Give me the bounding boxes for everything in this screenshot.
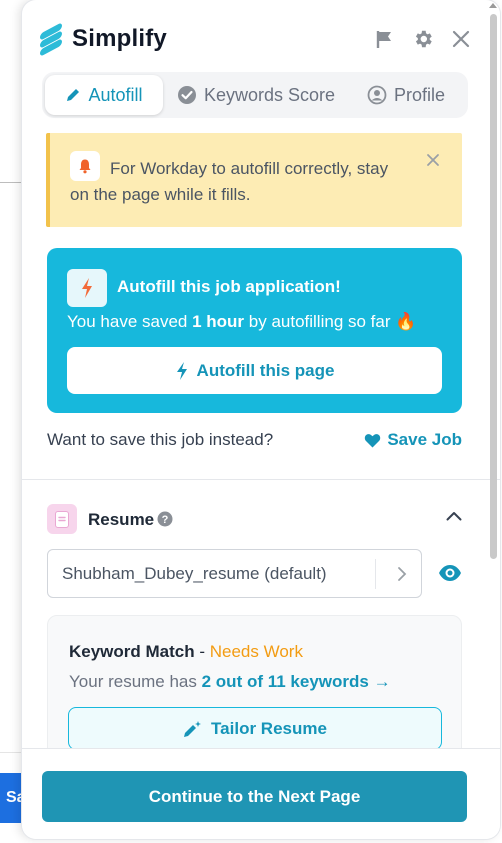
panel-scrollbar[interactable] bbox=[490, 14, 497, 559]
keyword-count-prefix: Your resume has bbox=[69, 672, 202, 691]
tab-autofill[interactable]: Autofill bbox=[45, 75, 163, 115]
resume-label: Resume bbox=[88, 510, 155, 529]
background-divider-lower bbox=[0, 752, 24, 753]
keyword-match-status: Needs Work bbox=[209, 642, 303, 661]
sparkle-pencil-icon bbox=[184, 720, 202, 737]
time-saved-text: You have saved 1 hour by autofilling so … bbox=[67, 312, 416, 332]
panel-footer: Continue to the Next Page bbox=[22, 748, 500, 839]
autofill-card: Autofill this job application! You have … bbox=[47, 248, 462, 413]
document-icon bbox=[47, 504, 77, 534]
pencil-icon bbox=[67, 89, 80, 101]
background-divider bbox=[0, 182, 24, 183]
keyword-match-card: Keyword Match - Needs Work Your resume h… bbox=[47, 615, 462, 748]
keyword-match-separator: - bbox=[194, 642, 210, 661]
user-circle-icon bbox=[367, 85, 387, 105]
save-job-question: Want to save this job instead? bbox=[47, 430, 274, 449]
tab-keywords-score[interactable]: Keywords Score bbox=[171, 75, 341, 115]
svg-text:?: ? bbox=[162, 514, 169, 526]
tab-label: Autofill bbox=[88, 84, 143, 105]
panel-header: Simplify bbox=[22, 0, 500, 72]
keyword-match-label: Keyword Match bbox=[69, 642, 195, 661]
simplify-logo-icon bbox=[40, 22, 62, 57]
bolt-icon bbox=[67, 269, 107, 307]
tab-label: Profile bbox=[393, 84, 446, 105]
gear-icon[interactable] bbox=[412, 28, 434, 50]
eye-icon[interactable] bbox=[438, 564, 462, 582]
select-separator bbox=[375, 559, 376, 589]
time-saved-suffix: by autofilling so far bbox=[244, 312, 391, 331]
app-title: Simplify bbox=[72, 25, 167, 52]
check-circle-icon bbox=[177, 86, 196, 104]
fire-icon: 🔥 bbox=[395, 312, 417, 331]
resume-section-header: Resume ? bbox=[47, 504, 462, 534]
resume-file-name: Shubham_Dubey_resume (default) bbox=[62, 564, 327, 583]
time-saved-amount: 1 hour bbox=[192, 312, 245, 331]
section-divider bbox=[22, 479, 500, 480]
tab-bar: Autofill Keywords Score Profile bbox=[42, 72, 468, 118]
panel-content: For Workday to autofill correctly, stay … bbox=[22, 118, 500, 748]
bolt-icon bbox=[176, 361, 187, 380]
heart-icon bbox=[365, 433, 381, 447]
save-job-row: Want to save this job instead? Save Job bbox=[47, 430, 462, 454]
autofill-page-button-label: Autofill this page bbox=[196, 360, 335, 380]
simplify-logo: Simplify bbox=[40, 22, 167, 57]
tab-label: Keywords Score bbox=[203, 84, 336, 105]
close-icon[interactable] bbox=[450, 28, 472, 50]
alert-close-icon[interactable] bbox=[426, 153, 440, 167]
chevron-up-icon[interactable] bbox=[446, 511, 462, 521]
tailor-resume-button[interactable]: Tailor Resume bbox=[68, 707, 442, 748]
save-job-link[interactable]: Save Job bbox=[364, 430, 462, 450]
alert-text: For Workday to autofill correctly, stay … bbox=[70, 159, 389, 204]
autofill-card-title: Autofill this job application! bbox=[117, 277, 341, 296]
bell-icon bbox=[70, 151, 100, 181]
keyword-count-text: Your resume has 2 out of 11 keywords → bbox=[69, 672, 391, 692]
time-saved-prefix: You have saved bbox=[67, 312, 193, 331]
scrollbar-up-arrow[interactable] bbox=[489, 3, 497, 8]
chevron-right-icon bbox=[398, 567, 407, 581]
resume-select[interactable]: Shubham_Dubey_resume (default) bbox=[47, 549, 422, 598]
workday-alert: For Workday to autofill correctly, stay … bbox=[46, 133, 462, 227]
tailor-resume-label: Tailor Resume bbox=[211, 718, 327, 738]
continue-next-page-button[interactable]: Continue to the Next Page bbox=[42, 771, 467, 822]
simplify-panel: Simplify Autofill Keywords Score Profile bbox=[22, 0, 500, 839]
help-icon[interactable]: ? bbox=[157, 511, 173, 527]
keyword-match-title: Keyword Match - Needs Work bbox=[69, 642, 303, 662]
flag-icon[interactable] bbox=[374, 28, 396, 50]
save-job-label: Save Job bbox=[387, 430, 462, 449]
autofill-page-button[interactable]: Autofill this page bbox=[67, 347, 442, 394]
keyword-count-link[interactable]: 2 out of 11 keywords → bbox=[202, 672, 391, 691]
tab-profile[interactable]: Profile bbox=[351, 75, 461, 115]
